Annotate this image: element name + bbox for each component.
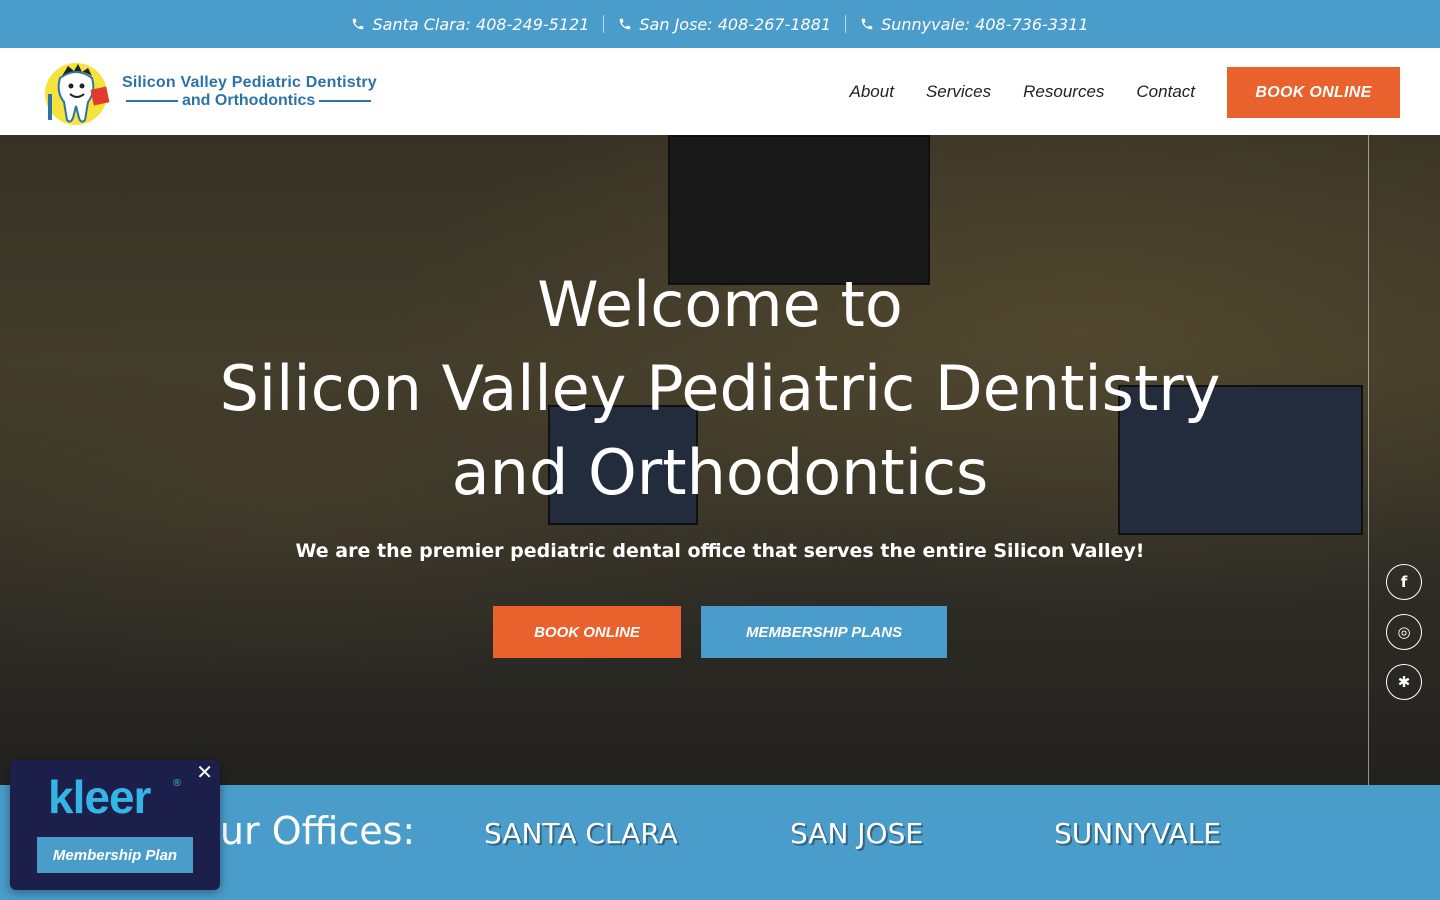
site-logo[interactable]: Silicon Valley Pediatric Dentistry and O… xyxy=(38,58,388,126)
hero-title-line2: Silicon Valley Pediatric Dentistry xyxy=(219,352,1221,425)
membership-plans-button[interactable]: MEMBERSHIP PLANS xyxy=(701,606,947,658)
nav-about[interactable]: About xyxy=(850,82,894,102)
yelp-icon[interactable]: ✱ xyxy=(1386,664,1422,700)
office-sunnyvale[interactable]: SUNNYVALE xyxy=(1054,817,1221,850)
logo-rule-left xyxy=(126,100,178,102)
phone-icon xyxy=(620,18,631,30)
phone-icon xyxy=(353,18,364,30)
tooth-mascot-icon xyxy=(38,58,118,126)
instagram-icon[interactable]: ◎ xyxy=(1386,614,1422,650)
hero-section: Welcome to Silicon Valley Pediatric Dent… xyxy=(0,135,1440,785)
logo-text-line2: and Orthodontics xyxy=(122,92,377,110)
offices-label: Our Offices: xyxy=(190,809,416,853)
phone-santa-clara[interactable]: Santa Clara: 408-249-5121 xyxy=(337,15,603,34)
nav-resources[interactable]: Resources xyxy=(1023,82,1104,102)
nav-services[interactable]: Services xyxy=(926,82,991,102)
hero-title-line1: Welcome to xyxy=(537,268,903,341)
hero-title: Welcome to Silicon Valley Pediatric Dent… xyxy=(0,263,1440,515)
membership-plan-button[interactable]: Membership Plan xyxy=(37,837,193,873)
phone-label: Sunnyvale: 408-736-3311 xyxy=(881,14,1089,34)
logo-rule-right xyxy=(319,100,372,102)
book-online-button[interactable]: BOOK ONLINE xyxy=(493,606,681,658)
close-icon[interactable]: ✕ xyxy=(196,760,213,784)
office-san-jose[interactable]: SAN JOSE xyxy=(790,817,923,850)
top-contact-bar: Santa Clara: 408-249-5121 San Jose: 408-… xyxy=(0,0,1440,48)
kleer-widget: ✕ kleer ® Membership Plan xyxy=(10,760,220,890)
phone-sunnyvale[interactable]: Sunnyvale: 408-736-3311 xyxy=(846,15,1102,34)
nav-contact[interactable]: Contact xyxy=(1136,82,1195,102)
main-nav: About Services Resources Contact xyxy=(818,48,1195,135)
hero-subtitle: We are the premier pediatric dental offi… xyxy=(295,540,1145,562)
registered-mark: ® xyxy=(172,778,182,789)
kleer-logo: kleer xyxy=(48,771,151,823)
facebook-icon[interactable]: f xyxy=(1386,564,1422,600)
office-santa-clara[interactable]: SANTA CLARA xyxy=(484,817,678,850)
phone-icon xyxy=(861,18,873,30)
hero-title-line3: and Orthodontics xyxy=(451,436,989,509)
logo-text-line1: Silicon Valley Pediatric Dentistry xyxy=(122,74,377,91)
site-header: Silicon Valley Pediatric Dentistry and O… xyxy=(0,48,1440,135)
phone-san-jose[interactable]: San Jose: 408-267-1881 xyxy=(604,15,845,34)
phone-label: San Jose: 408-267-1881 xyxy=(639,14,832,34)
logo-text-line2-label: and Orthodontics xyxy=(182,92,316,109)
book-online-button-header[interactable]: BOOK ONLINE xyxy=(1227,67,1400,118)
phone-label: Santa Clara: 408-249-5121 xyxy=(372,14,590,34)
